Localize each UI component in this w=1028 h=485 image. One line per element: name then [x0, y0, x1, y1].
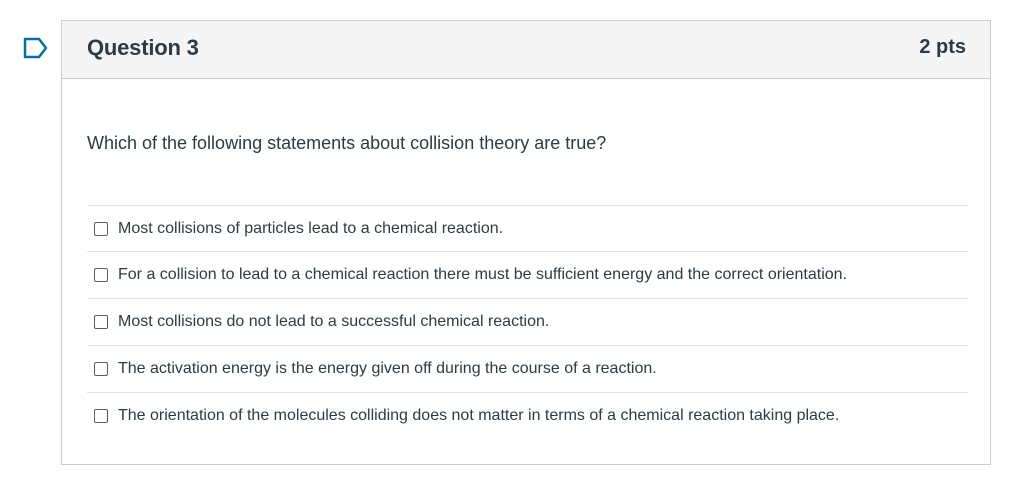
answer-option[interactable]: For a collision to lead to a chemical re…: [87, 251, 968, 298]
answer-label[interactable]: For a collision to lead to a chemical re…: [118, 266, 847, 284]
flag-question-icon[interactable]: [23, 37, 49, 59]
answer-label[interactable]: The activation energy is the energy give…: [118, 360, 657, 378]
answer-checkbox[interactable]: [94, 409, 108, 423]
answer-option[interactable]: Most collisions do not lead to a success…: [87, 298, 968, 345]
answer-label[interactable]: Most collisions do not lead to a success…: [118, 313, 549, 331]
question-header: Question 3 2 pts: [62, 21, 990, 79]
answer-label[interactable]: Most collisions of particles lead to a c…: [118, 220, 503, 238]
question-points: 2 pts: [919, 36, 966, 58]
quiz-page: Question 3 2 pts Which of the following …: [0, 0, 1028, 485]
answer-checkbox[interactable]: [94, 221, 108, 236]
answer-checkbox[interactable]: [94, 268, 108, 282]
answer-option[interactable]: The orientation of the molecules collidi…: [87, 392, 968, 439]
answer-label[interactable]: The orientation of the molecules collidi…: [118, 407, 839, 425]
question-title: Question 3: [87, 35, 199, 60]
answer-option[interactable]: Most collisions of particles lead to a c…: [87, 205, 968, 251]
answer-checkbox[interactable]: [94, 362, 108, 376]
answer-option[interactable]: The activation energy is the energy give…: [87, 345, 968, 392]
answer-list: Most collisions of particles lead to a c…: [87, 205, 968, 439]
question-text: Which of the following statements about …: [87, 133, 607, 153]
answer-checkbox[interactable]: [94, 315, 108, 329]
question-card: Question 3 2 pts Which of the following …: [61, 20, 991, 465]
